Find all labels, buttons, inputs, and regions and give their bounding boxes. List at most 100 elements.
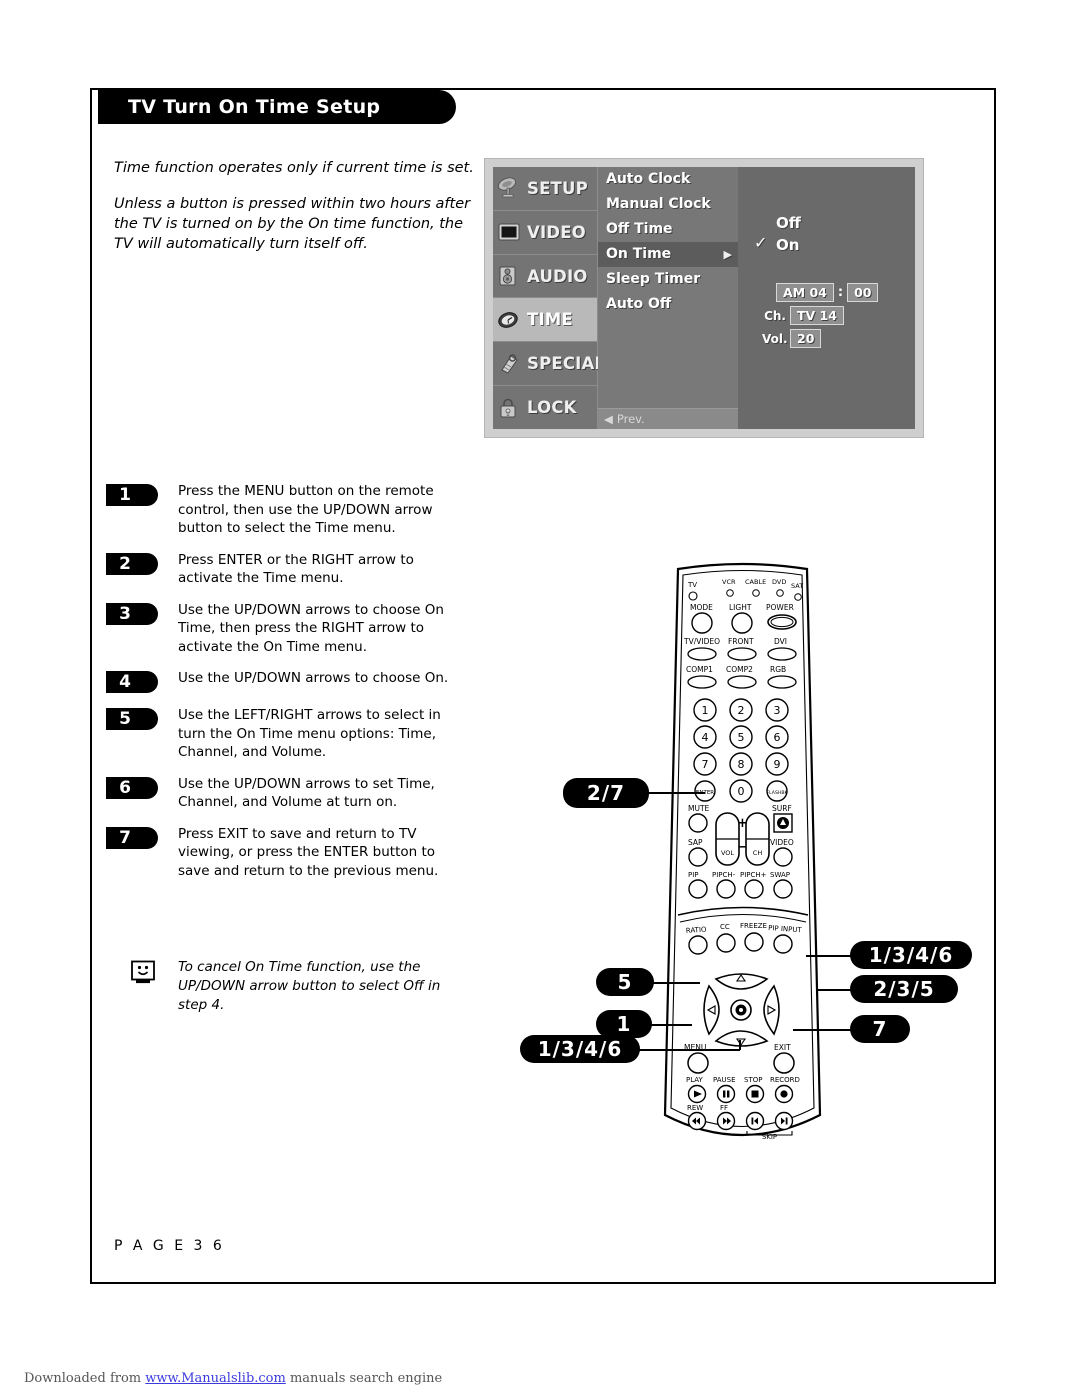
svg-text:REW: REW — [687, 1104, 703, 1112]
step-text: Press the MENU button on the remote cont… — [178, 483, 434, 536]
osd-menu-list: Auto Clock Manual Clock Off Time On Time… — [598, 167, 738, 429]
smiley-tv-icon — [130, 960, 160, 986]
padlock-icon — [497, 397, 523, 419]
time-colon: : — [837, 285, 844, 300]
svg-text:POWER: POWER — [766, 603, 794, 612]
step-text: Press ENTER or the RIGHT arrow to activa… — [178, 551, 414, 587]
osd-tab-audio[interactable]: AUDIO — [493, 254, 597, 299]
intro-text: Time function operates only if current t… — [114, 158, 479, 270]
osd-sidebar: SETUP VIDEO AUDIO TIME SPECIAL LOCK — [493, 167, 605, 429]
step-item: 7 Press EXIT to save and return to TV vi… — [106, 825, 461, 881]
intro-line-1: Time function operates only if current t… — [114, 160, 474, 176]
svg-text:PAUSE: PAUSE — [713, 1076, 736, 1084]
svg-text:CABLE: CABLE — [745, 578, 766, 586]
svg-text:0: 0 — [738, 785, 745, 798]
footer-prefix: Downloaded from — [24, 1371, 146, 1386]
osd-value-row-volume: Vol. 20 — [762, 329, 822, 348]
svg-text:2: 2 — [738, 704, 745, 717]
svg-text:−: − — [737, 840, 748, 855]
speaker-icon — [497, 265, 523, 287]
callout-left-arrow: 5 — [596, 968, 654, 996]
osd-menu-item-auto-off[interactable]: Auto Off — [598, 292, 738, 317]
note-block: To cancel On Time function, use the UP/D… — [130, 958, 460, 1015]
page-number: P A G E 3 6 — [114, 1238, 225, 1254]
step-text: Use the UP/DOWN arrows to set Time, Chan… — [178, 775, 435, 811]
callout-enter: 2/7 — [563, 778, 649, 808]
on-time-volume-field[interactable]: 20 — [790, 329, 822, 348]
screen-icon — [497, 221, 523, 243]
osd-menu-item-off-time[interactable]: Off Time — [598, 217, 738, 242]
note-text: To cancel On Time function, use the UP/D… — [178, 959, 441, 1013]
svg-text:+: + — [737, 816, 748, 831]
step-item: 2 Press ENTER or the RIGHT arrow to acti… — [106, 551, 461, 588]
footer: Downloaded from www.Manualslib.com manua… — [24, 1371, 442, 1386]
svg-text:VIDEO: VIDEO — [770, 838, 794, 847]
step-number-badge: 4 — [106, 671, 158, 693]
osd-tab-label: VIDEO — [527, 222, 586, 242]
manualslib-link[interactable]: www.Manualslib.com — [145, 1371, 286, 1386]
on-time-minute-field[interactable]: 00 — [847, 283, 879, 302]
on-time-hour-field[interactable]: AM 04 — [776, 283, 834, 302]
svg-text:FREEZE: FREEZE — [740, 922, 767, 930]
intro-line-2: Unless a button is pressed within two ho… — [114, 196, 471, 252]
osd-tab-lock[interactable]: LOCK — [493, 386, 597, 429]
osd-tab-label: AUDIO — [527, 266, 588, 286]
svg-text:DVI: DVI — [774, 637, 787, 646]
osd-menu-item-label: On Time — [606, 246, 672, 262]
channel-label: Ch. — [764, 308, 786, 323]
callout-down-arrow: 1/3/4/6 — [520, 1035, 640, 1063]
osd-menu-item-manual-clock[interactable]: Manual Clock — [598, 192, 738, 217]
page-title-banner: TV Turn On Time Setup — [98, 90, 456, 124]
osd-tab-special[interactable]: SPECIAL — [493, 342, 605, 387]
step-text: Use the LEFT/RIGHT arrows to select in t… — [178, 707, 441, 760]
svg-text:SWAP: SWAP — [770, 871, 790, 879]
svg-text:VOL: VOL — [721, 849, 734, 857]
osd-tab-video[interactable]: VIDEO — [493, 210, 597, 255]
svg-text:LIGHT: LIGHT — [729, 603, 752, 612]
svg-text:SAT: SAT — [791, 582, 803, 590]
osd-tab-time[interactable]: TIME — [493, 298, 597, 343]
svg-text:FF: FF — [720, 1104, 728, 1112]
chevron-right-icon: ▶ — [723, 248, 732, 261]
callout-leader — [652, 982, 700, 984]
svg-text:3: 3 — [774, 704, 781, 717]
step-number-badge: 3 — [106, 602, 158, 625]
svg-text:VCR: VCR — [722, 578, 736, 586]
checkmark-icon: ✓ — [754, 233, 768, 252]
osd-value-row-time: AM 04 : 00 — [776, 283, 879, 302]
step-item: 3 Use the UP/DOWN arrows to choose On Ti… — [106, 601, 461, 657]
osd-tab-label: SETUP — [527, 178, 588, 198]
step-item: 5 Use the LEFT/RIGHT arrows to select in… — [106, 706, 461, 762]
osd-menu-item-on-time[interactable]: On Time ▶ — [598, 242, 738, 267]
osd-menu-item-auto-clock[interactable]: Auto Clock — [598, 167, 738, 192]
osd-menu-item-sleep-timer[interactable]: Sleep Timer — [598, 267, 738, 292]
osd-tab-setup[interactable]: SETUP — [493, 167, 597, 211]
svg-text:CC: CC — [720, 923, 730, 931]
svg-text:PLAY: PLAY — [686, 1076, 704, 1084]
svg-text:MODE: MODE — [690, 603, 713, 612]
svg-text:SKIP: SKIP — [762, 1133, 777, 1141]
svg-text:RECORD: RECORD — [770, 1076, 800, 1084]
osd-option-off[interactable]: Off — [776, 214, 801, 232]
osd-tab-label: SPECIAL — [527, 354, 606, 374]
osd-prev-label: Prev. — [616, 412, 645, 426]
step-number-badge: 6 — [106, 776, 158, 799]
osd-tab-label: TIME — [527, 310, 573, 330]
svg-text:EXIT: EXIT — [774, 1043, 791, 1052]
step-item: 1 Press the MENU button on the remote co… — [106, 482, 461, 538]
remote-control-diagram: TV VCR CABLE DVD SAT MODE LIGHT POWER TV… — [650, 555, 835, 1165]
step-number-badge: 7 — [106, 826, 158, 849]
osd-option-on[interactable]: On — [776, 236, 799, 254]
callout-leader — [806, 955, 852, 957]
callout-up-arrow: 1/3/4/6 — [850, 941, 972, 969]
svg-text:MENU: MENU — [684, 1043, 706, 1052]
svg-text:SURF: SURF — [772, 804, 792, 813]
svg-text:COMP2: COMP2 — [726, 665, 753, 674]
volume-label: Vol. — [762, 331, 788, 346]
svg-text:5: 5 — [738, 731, 745, 744]
on-time-channel-field[interactable]: TV 14 — [790, 306, 844, 325]
svg-text:7: 7 — [702, 758, 709, 771]
svg-text:RGB: RGB — [770, 665, 786, 674]
osd-prev-button[interactable]: ◀ Prev. — [598, 408, 738, 429]
svg-text:8: 8 — [738, 758, 745, 771]
